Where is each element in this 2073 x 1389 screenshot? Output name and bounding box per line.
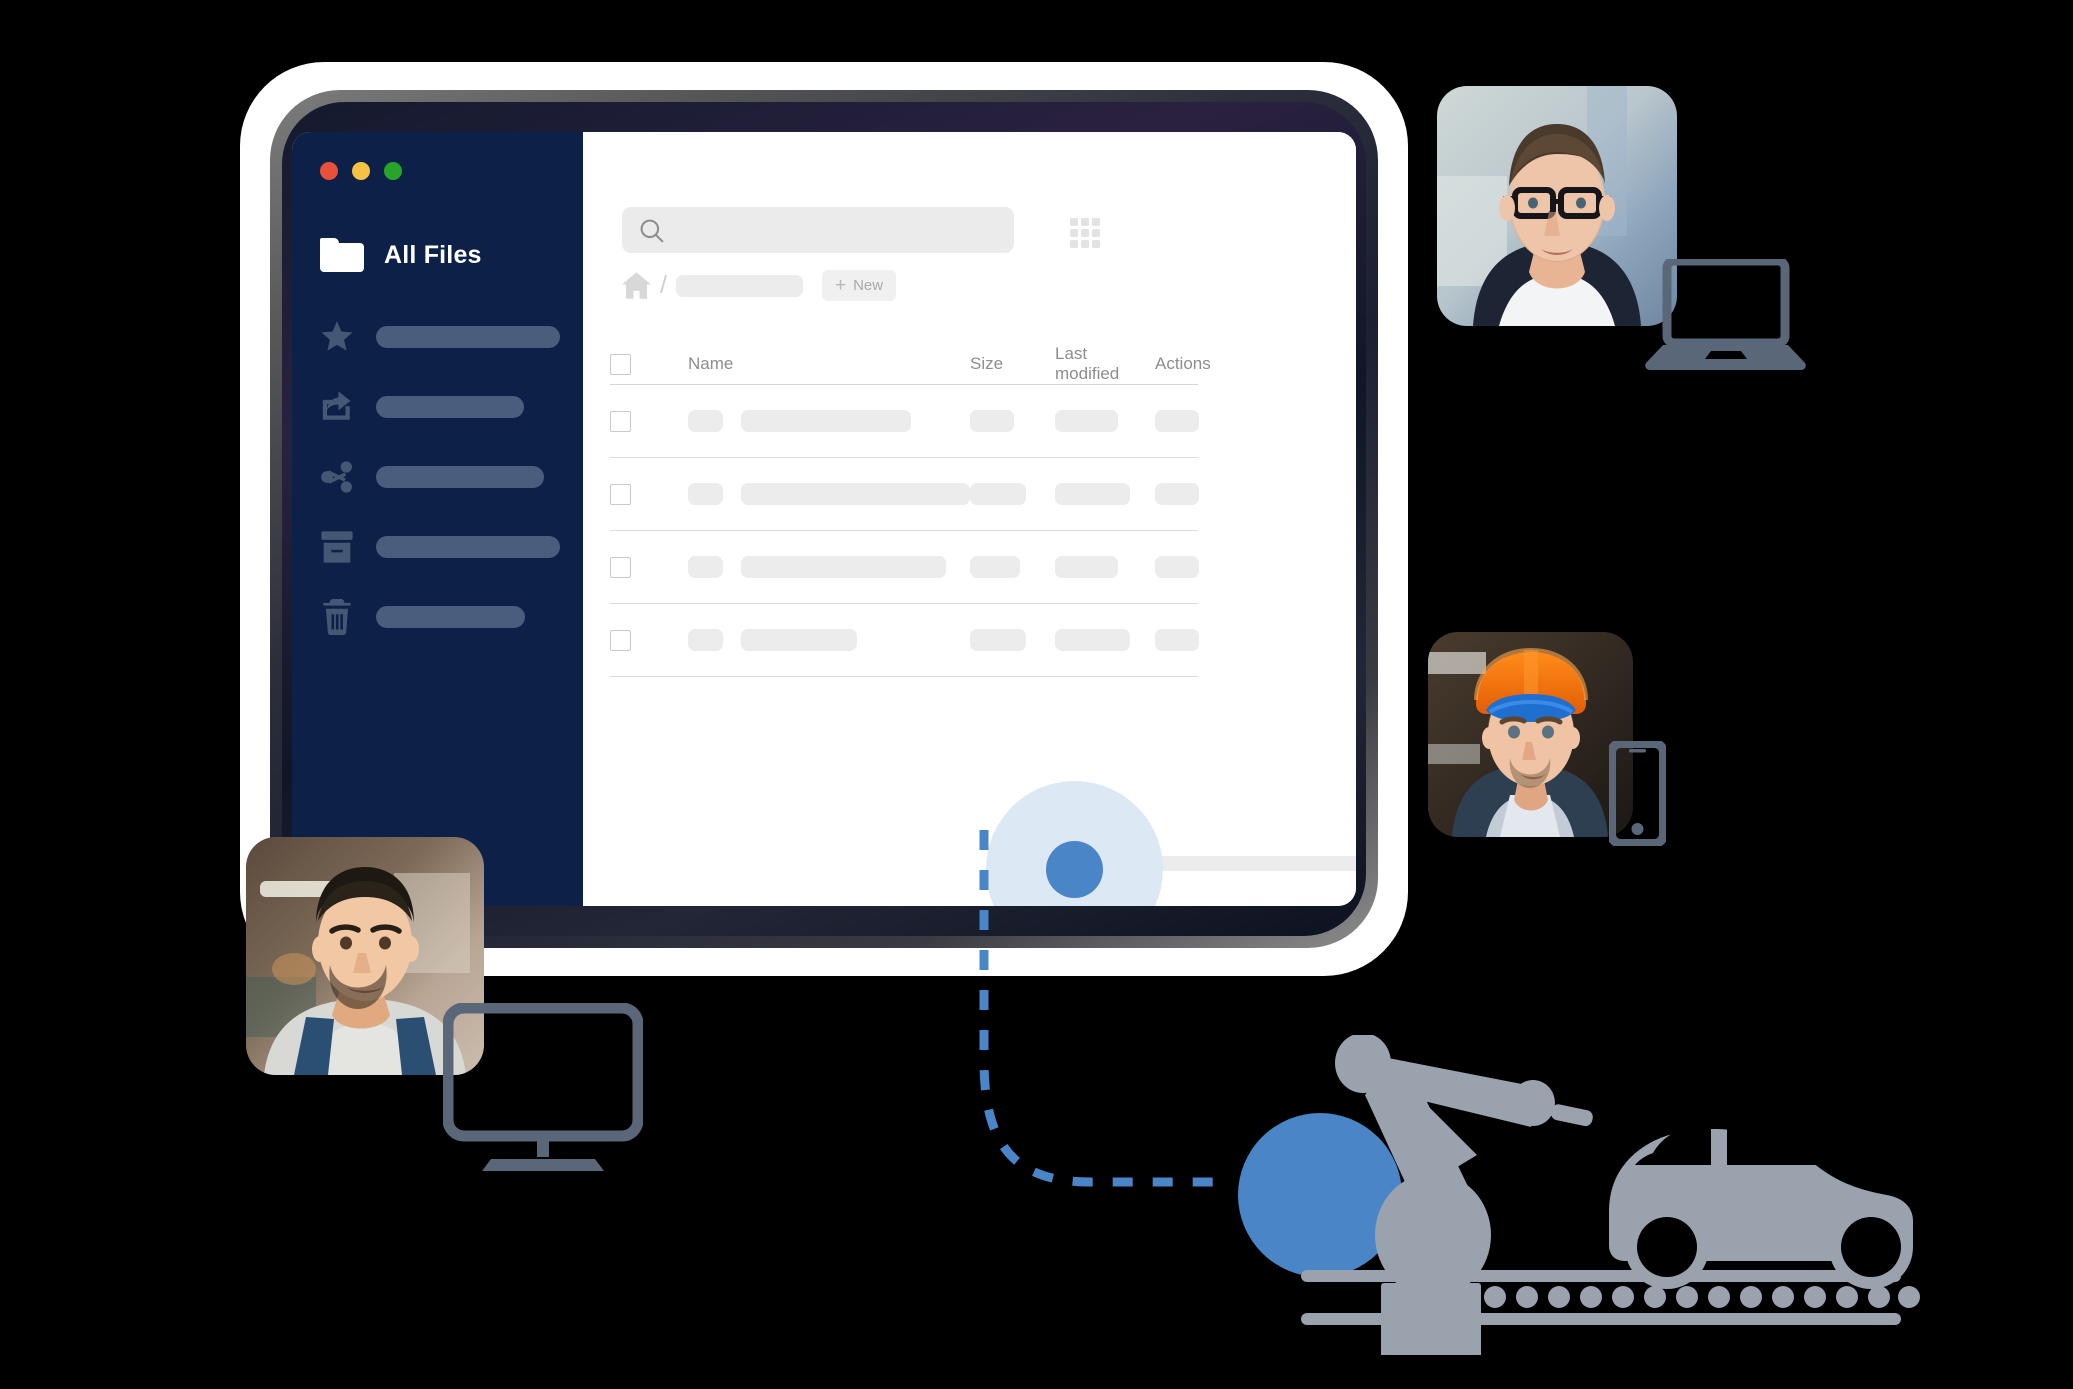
file-type-icon [688,410,723,432]
plus-icon: + [834,275,847,296]
sidebar-item-label [376,396,524,418]
row-actions-cell[interactable] [1155,556,1235,578]
select-all-checkbox[interactable] [610,353,631,375]
row-size-cell [970,410,1055,432]
row-select-cell[interactable] [610,483,688,505]
sidebar-item-shared-by-you[interactable] [320,382,560,432]
file-type-icon [688,629,723,651]
desktop-monitor-icon [443,1003,643,1171]
row-name-cell [688,410,970,432]
select-all-cell[interactable] [610,353,688,375]
row-actions-cell[interactable] [1155,483,1235,505]
breadcrumb: / + New [622,270,897,301]
row-name-cell [688,556,970,578]
window-controls [320,162,402,180]
file-type-icon [688,483,723,505]
screenshot-root: All Files / + New Name Size Last modifie… [0,0,2073,1389]
search-input[interactable] [622,207,1014,253]
grid-view-icon[interactable] [1070,218,1100,248]
sidebar-item-trash[interactable] [320,592,560,642]
row-checkbox[interactable] [610,629,631,651]
row-actions-cell[interactable] [1155,629,1235,651]
row-modified-cell [1055,410,1155,432]
sidebar-item-label [376,326,560,348]
sidebar-item-label [376,466,544,488]
row-select-cell[interactable] [610,629,688,651]
sidebar-item-all-files[interactable]: All Files [320,238,482,272]
breadcrumb-current[interactable] [675,274,803,297]
row-name-cell [688,483,970,505]
new-button-label: New [853,277,884,294]
archive-box-icon [320,530,364,564]
device-frame: All Files / + New Name Size Last modifie… [240,62,1408,976]
sidebar-item-archive[interactable] [320,522,560,572]
row-checkbox[interactable] [610,410,631,432]
sidebar-item-label [376,606,525,628]
robot-arm-car-assembly-line [1215,1033,1935,1388]
row-size-cell [970,629,1055,651]
file-type-icon [688,556,723,578]
app-window: All Files / + New Name Size Last modifie… [292,132,1356,906]
sidebar-item-label [376,536,560,558]
new-button[interactable]: + New [821,270,897,301]
row-checkbox[interactable] [610,483,631,505]
car-silhouette [1609,1123,1913,1289]
sidebar-item-favorites[interactable] [320,312,560,362]
sidebar-title: All Files [384,240,482,269]
column-header-name[interactable]: Name [688,354,970,374]
home-icon[interactable] [622,272,651,299]
row-name-cell [688,629,970,651]
table-header-row: Name Size Last modified Actions [610,344,1211,385]
row-size-cell [970,556,1055,578]
share-nodes-icon [320,461,364,493]
row-name-skeleton [741,629,857,651]
sidebar: All Files [292,132,583,906]
trash-icon [320,599,364,635]
star-icon [320,320,364,354]
table-row[interactable] [610,531,1199,604]
column-header-size[interactable]: Size [970,354,1055,374]
row-modified-cell [1055,483,1155,505]
row-select-cell[interactable] [610,410,688,432]
file-table: Name Size Last modified Actions [610,344,1211,677]
portrait-man-hardhat [1428,632,1633,837]
row-size-cell [970,483,1055,505]
row-actions-cell[interactable] [1155,410,1235,432]
maximize-button[interactable] [384,162,402,180]
column-header-actions: Actions [1155,354,1211,373]
portrait-man-glasses [1437,86,1677,326]
share-export-icon [320,391,364,423]
column-header-last-modified[interactable]: Last modified [1055,344,1155,384]
search-icon [640,219,664,243]
row-name-skeleton [741,410,911,432]
sidebar-item-shared-with-you[interactable] [320,452,560,502]
smartphone-icon [1609,741,1666,846]
location-pin-marker[interactable] [1046,841,1103,898]
sidebar-nav [320,312,560,662]
row-select-cell[interactable] [610,556,688,578]
laptop-icon [1645,259,1806,373]
close-button[interactable] [320,162,338,180]
table-row[interactable] [610,458,1199,531]
table-row[interactable] [610,385,1199,458]
minimize-button[interactable] [352,162,370,180]
row-name-skeleton [741,556,946,578]
row-modified-cell [1055,556,1155,578]
row-modified-cell [1055,629,1155,651]
row-name-skeleton [741,483,970,505]
folder-icon [320,238,364,272]
table-row[interactable] [610,604,1199,677]
row-checkbox[interactable] [610,556,631,578]
breadcrumb-separator: / [660,271,667,299]
main-content: / + New Name Size Last modified Actions [583,132,1356,906]
